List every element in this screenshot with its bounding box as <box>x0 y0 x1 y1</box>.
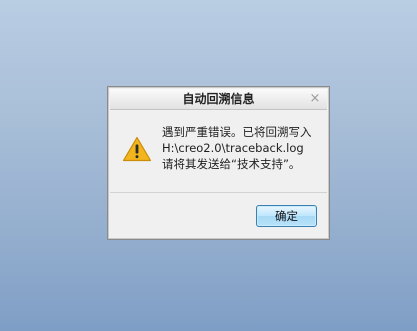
message-line-3: 请将其发送给“技术支持”。 <box>162 157 301 171</box>
dialog-title: 自动回溯信息 <box>182 92 255 106</box>
warning-icon <box>122 136 152 162</box>
dialog-titlebar[interactable]: 自动回溯信息 × <box>110 89 327 110</box>
ok-button[interactable]: 确定 <box>256 205 317 227</box>
close-icon[interactable]: × <box>308 92 322 106</box>
message-line-2: H:\creo2.0\traceback.log <box>162 141 304 155</box>
error-message: 遇到严重错误。已将回溯写入 H:\creo2.0\traceback.log 请… <box>162 124 328 172</box>
dialog-separator <box>110 192 327 193</box>
auto-traceback-dialog: 自动回溯信息 × 遇到严重错误。已将回溯写入 H:\creo2.0\traceb… <box>107 86 330 240</box>
message-line-1: 遇到严重错误。已将回溯写入 <box>162 125 312 139</box>
